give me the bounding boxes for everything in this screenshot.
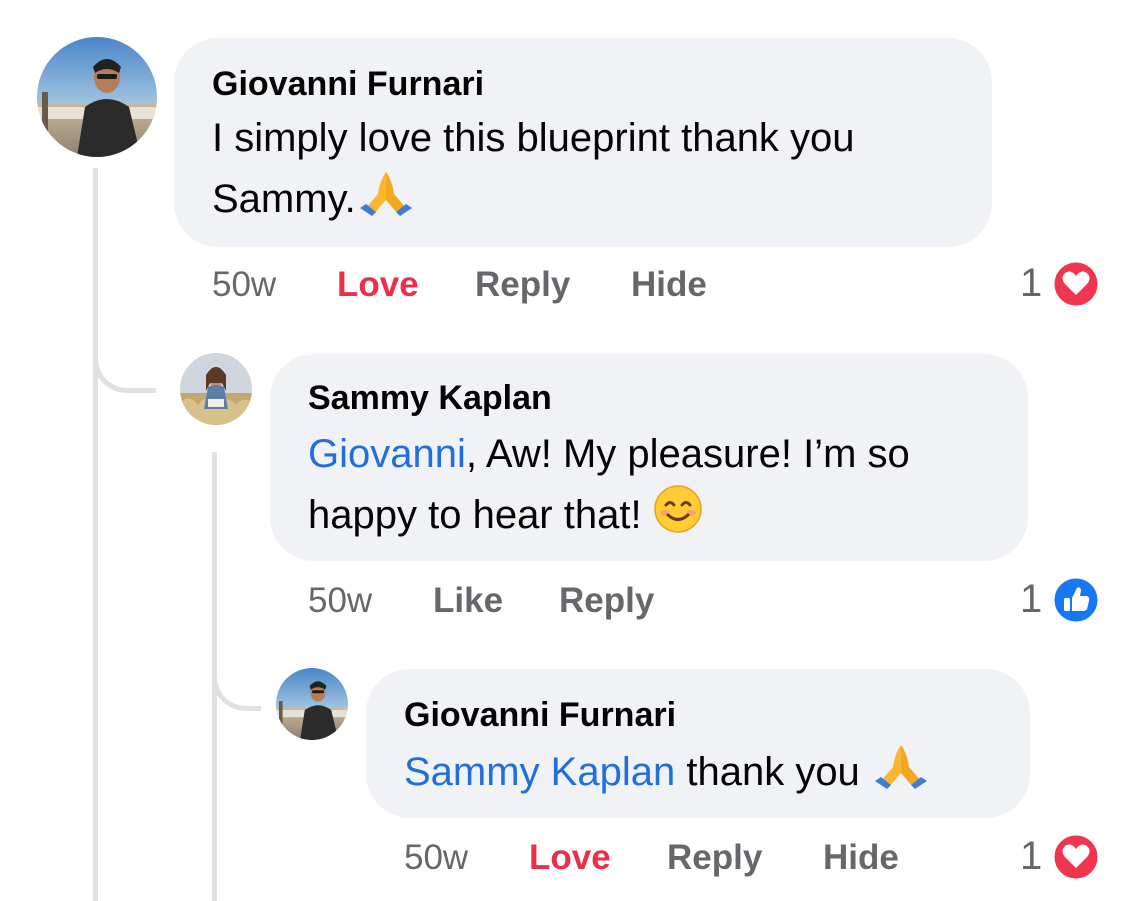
avatar-photo xyxy=(37,37,157,157)
comment-author[interactable]: Giovanni Furnari xyxy=(404,696,676,735)
reply-button[interactable]: Reply xyxy=(667,838,762,878)
comment-thread: Giovanni Furnari I simply love this blue… xyxy=(0,0,1125,901)
comment-bubble[interactable]: Giovanni Furnari I simply love this blue… xyxy=(174,38,992,247)
comment-text-line1: I simply love this blueprint thank you xyxy=(212,116,855,160)
comment-actions: 50w Like Reply xyxy=(308,581,808,626)
thread-line-main xyxy=(93,168,98,901)
comment-author[interactable]: Giovanni Furnari xyxy=(212,65,484,104)
comment-text-line1: , Aw! My pleasure! I’m so xyxy=(465,432,910,476)
love-reaction-icon[interactable] xyxy=(1051,259,1101,309)
hide-button[interactable]: Hide xyxy=(823,838,899,878)
avatar-photo xyxy=(180,353,252,425)
comment-timestamp[interactable]: 50w xyxy=(212,265,276,305)
comment-actions: 50w Love Reply Hide xyxy=(404,838,964,883)
reaction-count[interactable]: 1 xyxy=(1020,577,1042,622)
thread-curve-reply-1 xyxy=(93,330,156,393)
comment-actions: 50w Love Reply Hide xyxy=(212,265,812,310)
mention-link[interactable]: Giovanni xyxy=(308,432,466,476)
avatar-photo xyxy=(276,668,348,740)
avatar-sammy[interactable] xyxy=(180,353,252,425)
reply-button[interactable]: Reply xyxy=(475,265,570,305)
reaction-count[interactable]: 1 xyxy=(1020,261,1042,306)
reaction-count[interactable]: 1 xyxy=(1020,834,1042,879)
comment-text: Giovanni, Aw! My pleasure! I’m so happy … xyxy=(308,424,1008,551)
like-button[interactable]: Like xyxy=(433,581,503,621)
mention-link[interactable]: Sammy Kaplan xyxy=(404,750,675,794)
folded-hands-icon xyxy=(356,168,416,235)
comment-bubble[interactable]: Sammy Kaplan Giovanni, Aw! My pleasure! … xyxy=(270,354,1028,561)
comment-author[interactable]: Sammy Kaplan xyxy=(308,379,552,418)
avatar-giovanni[interactable] xyxy=(37,37,157,157)
comment-text: I simply love this blueprint thank you S… xyxy=(212,108,972,235)
comment-bubble[interactable]: Giovanni Furnari Sammy Kaplan thank you xyxy=(366,669,1030,818)
avatar-giovanni[interactable] xyxy=(276,668,348,740)
comment-text-line2: Sammy. xyxy=(212,177,356,221)
love-reaction-button[interactable]: Love xyxy=(529,838,611,878)
thread-curve-reply-2 xyxy=(212,650,261,711)
folded-hands-icon xyxy=(871,741,931,808)
comment-timestamp[interactable]: 50w xyxy=(404,838,468,878)
comment-timestamp[interactable]: 50w xyxy=(308,581,372,621)
love-reaction-icon[interactable] xyxy=(1051,832,1101,882)
comment-text: Sammy Kaplan thank you xyxy=(404,741,1024,808)
love-reaction-button[interactable]: Love xyxy=(337,265,419,305)
hide-button[interactable]: Hide xyxy=(631,265,707,305)
smiling-face-icon xyxy=(653,484,703,551)
reply-button[interactable]: Reply xyxy=(559,581,654,621)
like-reaction-icon[interactable] xyxy=(1051,575,1101,625)
comment-text-rest: thank you xyxy=(675,750,860,794)
comment-text-line2: happy to hear that! xyxy=(308,493,642,537)
